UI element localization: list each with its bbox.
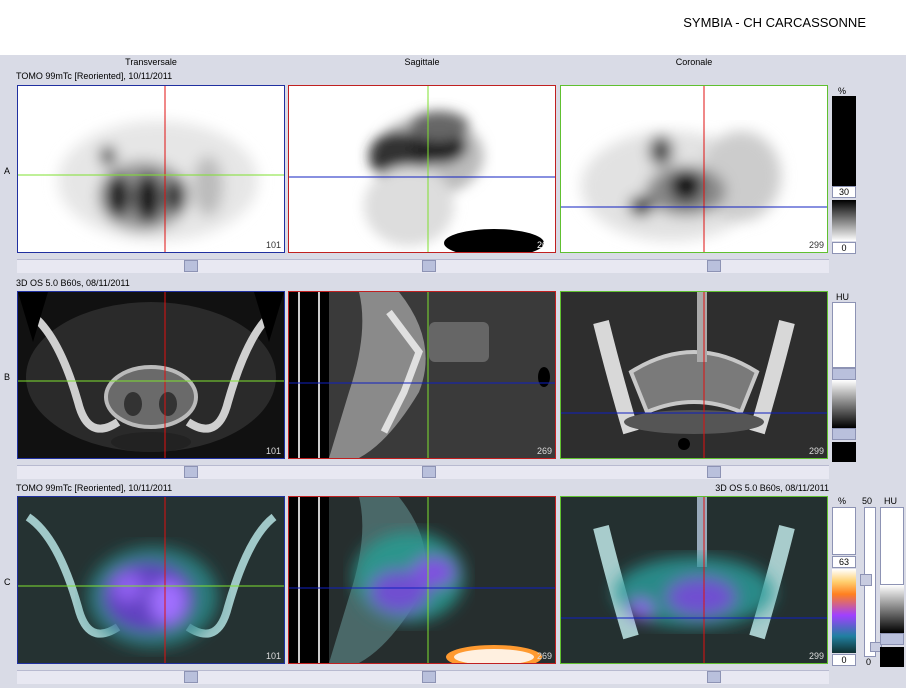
slice-number: 269 [536, 240, 552, 250]
viewport-a-transversal[interactable]: 101 [17, 85, 285, 253]
colorbar-gradient [832, 200, 856, 241]
row-label-c: C [4, 577, 11, 587]
window-min-value[interactable]: 0 [832, 654, 856, 666]
viewport-b-transversal[interactable]: 101 [17, 291, 285, 459]
window-max-value[interactable]: 63 [832, 556, 856, 568]
slice-scroll-track-row-c [17, 670, 829, 684]
slice-number: 101 [265, 446, 281, 456]
slice-scroll-handle-transversal[interactable] [184, 466, 198, 478]
row-label-a: A [4, 166, 11, 176]
slice-scroll-handle-sagittal[interactable] [422, 671, 436, 683]
series-title-row-a: TOMO 99mTc [Reoriented], 10/11/2011 [16, 71, 173, 81]
slice-number: 101 [265, 651, 281, 661]
viewport-c-coronal[interactable]: 299 [560, 496, 828, 664]
scale-unit: % [838, 496, 847, 506]
viewport-a-coronal[interactable]: 299 [560, 85, 828, 253]
slice-scroll-handle-coronal[interactable] [707, 260, 721, 272]
colorbar-white-window [832, 302, 856, 368]
slice-scroll-handle-coronal[interactable] [707, 466, 721, 478]
colorbar-gradient [832, 380, 856, 428]
slice-number: 299 [808, 651, 824, 661]
slice-number: 269 [536, 651, 552, 661]
viewport-b-sagittal[interactable]: 269 [288, 291, 556, 459]
window-min-value[interactable]: 0 [832, 242, 856, 254]
viewport-a-sagittal[interactable]: 269 [288, 85, 556, 253]
fusion-blend-slider-handle[interactable] [860, 574, 872, 586]
slice-number: 299 [808, 446, 824, 456]
slice-scroll-handle-sagittal[interactable] [422, 466, 436, 478]
fusion-blend-value: 50 [862, 496, 873, 506]
slice-scroll-track-row-b [17, 465, 829, 479]
app-header: SYMBIA - CH CARCASSONNE [0, 0, 906, 55]
column-heading-sagittal: Sagittale [404, 57, 440, 67]
viewport-b-coronal[interactable]: 299 [560, 291, 828, 459]
colorbar-top-window [832, 507, 856, 555]
hu-colorbar-black [880, 647, 904, 667]
scale-unit: HU [836, 292, 849, 302]
slice-scroll-handle-transversal[interactable] [184, 260, 198, 272]
hu-unit: HU [884, 496, 897, 506]
hu-window-handle[interactable] [880, 633, 904, 645]
slice-scroll-handle-coronal[interactable] [707, 671, 721, 683]
colorbar-gray-window [832, 96, 856, 186]
slice-number: 299 [808, 240, 824, 250]
series-title-row-b: 3D OS 5.0 B60s, 08/11/2011 [16, 278, 130, 288]
hu-colorbar-white [880, 507, 904, 585]
colorbar-pet-palette [832, 569, 856, 653]
series-title-row-c-left: TOMO 99mTc [Reoriented], 10/11/2011 [16, 483, 173, 493]
site-title: SYMBIA - CH CARCASSONNE [683, 15, 866, 30]
viewport-c-transversal[interactable]: 101 [17, 496, 285, 664]
hu-colorbar-gradient [880, 585, 904, 633]
slice-scroll-handle-transversal[interactable] [184, 671, 198, 683]
viewport-c-sagittal[interactable]: 269 [288, 496, 556, 664]
row-label-b: B [4, 372, 11, 382]
column-heading-coronal: Coronale [675, 57, 713, 67]
slice-number: 101 [265, 240, 281, 250]
window-max-value[interactable]: 30 [832, 186, 856, 198]
scale-unit: % [838, 86, 847, 96]
slice-scroll-handle-sagittal[interactable] [422, 260, 436, 272]
series-title-row-c-right: 3D OS 5.0 B60s, 08/11/2011 [715, 483, 829, 493]
slice-scroll-track-row-a [17, 259, 829, 273]
window-lower-handle[interactable] [832, 428, 856, 440]
window-upper-handle[interactable] [832, 368, 856, 380]
column-heading-transversal: Transversale [125, 57, 177, 67]
slice-number: 269 [536, 446, 552, 456]
fusion-min-value: 0 [866, 657, 872, 667]
colorbar-black-window [832, 442, 856, 462]
